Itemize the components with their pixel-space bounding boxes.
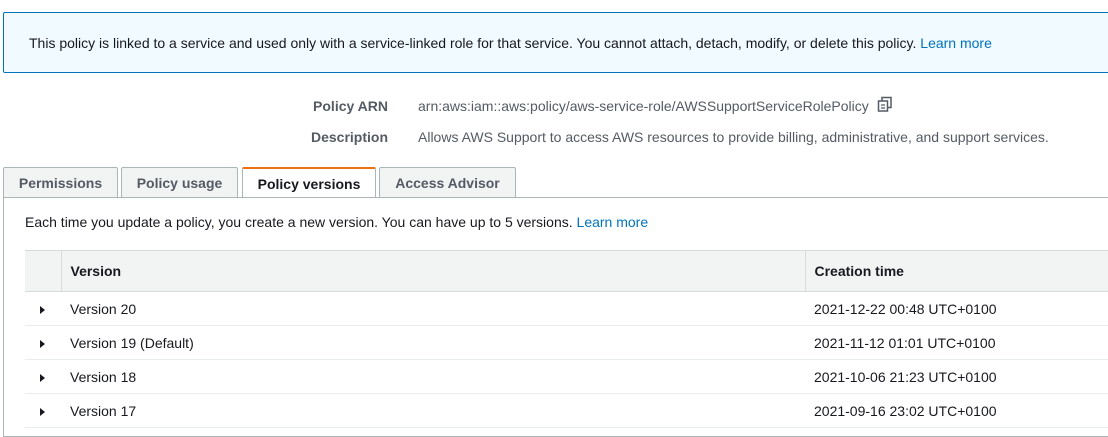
- creation-time-cell: 2021-12-22 00:48 UTC+0100: [805, 291, 1108, 326]
- expand-cell[interactable]: [25, 359, 61, 394]
- policy-arn-row: Policy ARN arn:aws:iam::aws:policy/aws-s…: [0, 96, 1108, 116]
- caret-right-icon[interactable]: [40, 407, 45, 416]
- version-cell: Version 18: [61, 359, 805, 394]
- banner-text: This policy is linked to a service and u…: [29, 34, 917, 51]
- version-cell: Version 17: [61, 393, 805, 428]
- tab-policy-versions[interactable]: Policy versions: [242, 167, 376, 199]
- policy-arn-label: Policy ARN: [313, 98, 388, 114]
- policy-arn-value: arn:aws:iam::aws:policy/aws-service-role…: [418, 96, 893, 117]
- creation-time-cell: 2021-11-12 01:01 UTC+0100: [805, 325, 1108, 360]
- table-row[interactable]: Version 18 2021-10-06 21:23 UTC+0100: [25, 359, 1108, 394]
- creation-time-cell: 2021-09-16 23:02 UTC+0100: [805, 393, 1108, 428]
- caret-right-icon[interactable]: [40, 339, 45, 348]
- description-row: Description Allows AWS Support to access…: [0, 127, 1108, 147]
- description-value: Allows AWS Support to access AWS resourc…: [418, 129, 1049, 145]
- tab-policy-usage[interactable]: Policy usage: [121, 167, 238, 198]
- table-row[interactable]: Version 17 2021-09-16 23:02 UTC+0100: [25, 393, 1108, 428]
- creation-time-column-header[interactable]: Creation time: [804, 250, 1108, 292]
- versions-intro-text: Each time you update a policy, you creat…: [25, 214, 573, 230]
- versions-table: Version Creation time Version 20 2021-12…: [25, 250, 1108, 428]
- description-label: Description: [310, 129, 388, 145]
- caret-right-icon[interactable]: [40, 373, 45, 382]
- tab-access-advisor[interactable]: Access Advisor: [379, 167, 516, 198]
- version-column-header[interactable]: Version: [60, 250, 805, 292]
- table-row[interactable]: Version 20 2021-12-22 00:48 UTC+0100: [25, 291, 1108, 326]
- version-cell: Version 19 (Default): [61, 325, 805, 360]
- policy-versions-panel: Each time you update a policy, you creat…: [3, 197, 1108, 437]
- banner-learn-more-link[interactable]: Learn more: [920, 35, 992, 51]
- versions-learn-more-link[interactable]: Learn more: [577, 214, 649, 230]
- tab-permissions[interactable]: Permissions: [3, 167, 118, 198]
- copy-icon[interactable]: [877, 96, 893, 117]
- table-row[interactable]: Version 19 (Default) 2021-11-12 01:01 UT…: [25, 325, 1108, 360]
- table-header-row: Version Creation time: [25, 250, 1108, 292]
- creation-time-cell: 2021-10-06 21:23 UTC+0100: [805, 359, 1108, 394]
- versions-intro: Each time you update a policy, you creat…: [25, 214, 648, 230]
- caret-right-icon[interactable]: [40, 305, 45, 314]
- expand-cell[interactable]: [25, 393, 61, 428]
- expand-cell[interactable]: [25, 325, 61, 360]
- expand-cell[interactable]: [25, 291, 61, 326]
- version-cell: Version 20: [61, 291, 805, 326]
- policy-arn-text: arn:aws:iam::aws:policy/aws-service-role…: [418, 98, 869, 114]
- expand-column-header: [25, 250, 61, 292]
- info-banner: This policy is linked to a service and u…: [3, 12, 1108, 73]
